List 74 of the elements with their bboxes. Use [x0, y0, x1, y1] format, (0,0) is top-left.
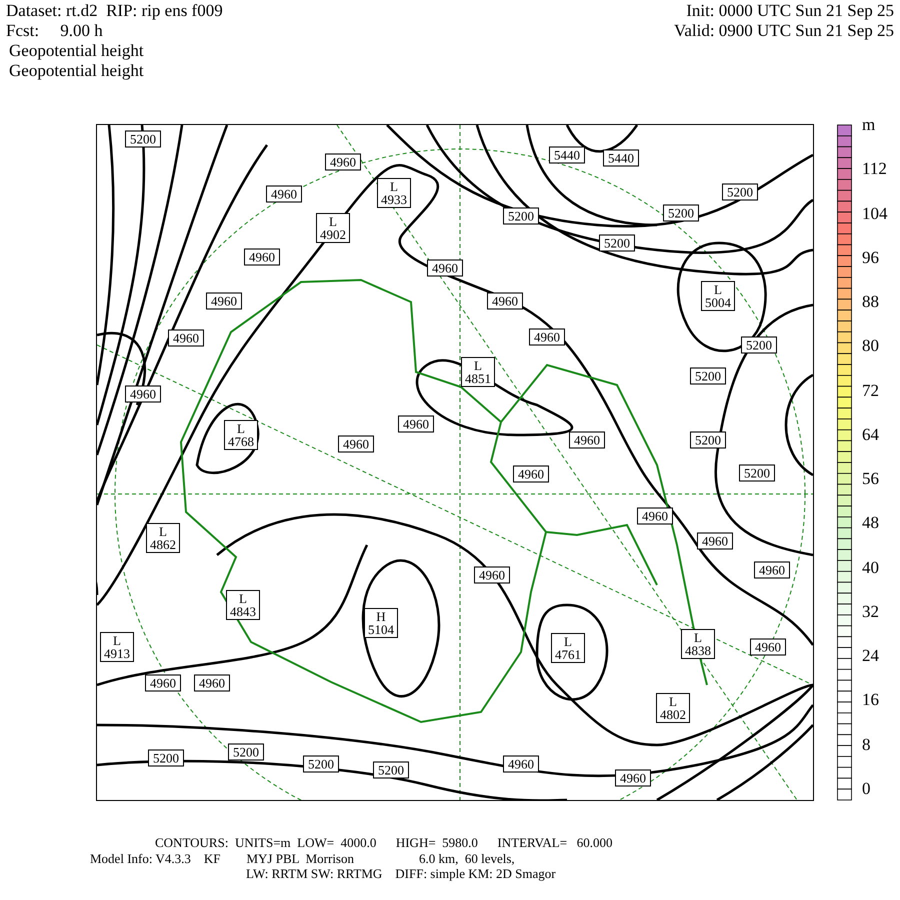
contour-label: 4960 [487, 292, 523, 310]
contour-label: 5200 [739, 464, 775, 482]
scale-label: 24 [862, 646, 880, 666]
contour-label: 5440 [549, 146, 585, 164]
contour-label: 4960 [513, 466, 549, 482]
high-center-label: H 5104 [364, 608, 398, 638]
scale-label: 40 [862, 558, 880, 578]
low-center-label: L 4768 [224, 420, 258, 450]
contour-label: 5200 [741, 336, 777, 354]
contour-label: 4960 [697, 532, 733, 550]
contour-label: 4960 [266, 186, 302, 202]
contour-label: 4960 [206, 292, 242, 310]
contour-label: 4960 [325, 154, 361, 170]
contour-label: 4960 [503, 756, 539, 772]
contour-label: 5200 [690, 368, 726, 384]
header-text: Dataset: rt.d2 RIP: rip ens f009 [6, 1, 223, 21]
low-center-label: L 4902 [316, 213, 350, 243]
footer-text: Model Info: V4.3.3 KF MYJ PBL Morrison 6.0 km, 60 levels, [89, 850, 516, 866]
scale-label: 112 [862, 159, 888, 180]
contour-label: 5200 [228, 744, 264, 760]
scale-label: 48 [862, 513, 880, 534]
field-title: Geopotential height [8, 61, 145, 81]
scale-label: 16 [862, 690, 880, 710]
contour-label: 4960 [569, 432, 605, 448]
contour-label: 4960 [244, 248, 280, 266]
low-center-label: L 4913 [100, 632, 134, 662]
contour-label: 5200 [303, 756, 339, 772]
unit-label: m [862, 115, 876, 135]
contour-label: 5200 [599, 234, 635, 252]
scale-label: 88 [862, 292, 880, 312]
header-text: Valid: 0900 UTC Sun 21 Sep 25 [674, 21, 894, 41]
scale-label: 32 [862, 602, 880, 622]
contour-label: 4960 [529, 328, 565, 346]
low-center-label: L 4843 [226, 590, 260, 620]
contour-label: 5200 [148, 750, 184, 766]
contour-label: 4960 [474, 566, 510, 584]
field-title: Geopotential height [8, 41, 145, 61]
contour-label: 4960 [427, 260, 463, 276]
scale-label: 80 [862, 336, 880, 356]
low-center-label: L 4802 [656, 693, 690, 723]
footer-text: LW: RRTM SW: RRTMG DIFF: simple KM: 2D Smagor [245, 866, 557, 882]
contour-label: 4960 [750, 638, 786, 656]
contour-label: 4960 [125, 386, 161, 402]
low-center-label: L 4761 [551, 633, 585, 663]
scale-label: 96 [862, 248, 880, 268]
scale-label: 56 [862, 469, 880, 490]
contour-label: 5440 [603, 150, 639, 166]
low-center-label: L 4838 [681, 629, 715, 659]
contour-label: 5200 [663, 204, 699, 222]
low-center-label: L 4933 [377, 178, 411, 208]
contour-label: 5200 [503, 208, 539, 224]
low-center-label: L 5004 [701, 281, 735, 311]
header-text: Fcst: 9.00 h [6, 21, 104, 41]
contour-label: 4960 [194, 674, 230, 692]
scale-label: 64 [862, 424, 880, 445]
header-text: Init: 0000 UTC Sun 21 Sep 25 [686, 1, 894, 21]
contour-label: 4960 [338, 436, 374, 452]
contour-label: 4960 [754, 562, 790, 578]
scale-label: 72 [862, 380, 880, 401]
contour-label: 4960 [168, 330, 204, 346]
contour-label: 4960 [637, 508, 673, 524]
contour-label: 4960 [615, 770, 651, 786]
contour-label: 5200 [125, 130, 161, 148]
scale-label: 104 [862, 204, 888, 224]
low-center-label: L 4851 [461, 357, 495, 387]
contour-label: 5200 [690, 432, 726, 448]
contour-label: 4960 [398, 416, 434, 432]
scale-label: 0 [862, 778, 872, 799]
contour-label: 5200 [373, 762, 409, 778]
scale-label: 8 [862, 734, 872, 755]
contour-label: 4960 [145, 674, 181, 692]
low-center-label: L 4862 [146, 523, 180, 553]
contour-label: 5200 [722, 184, 758, 200]
footer-text: CONTOURS: UNITS=m LOW= 4000.0 HIGH= 5980.0 INTERVAL= 60.000 [154, 835, 614, 850]
